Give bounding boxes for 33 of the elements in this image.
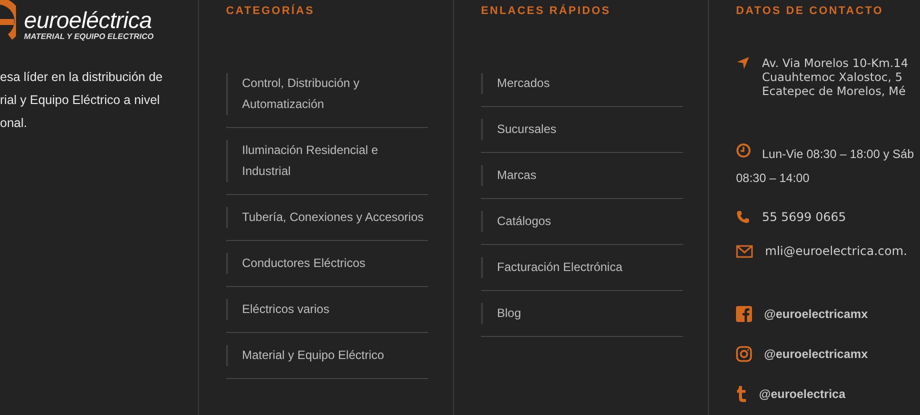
footer-link[interactable]: Catálogos xyxy=(481,211,683,232)
column-heading: DATOS DE CONTACTO xyxy=(736,4,884,18)
social-handle[interactable]: @euroelectricamx xyxy=(764,307,868,321)
instagram-icon xyxy=(736,346,752,362)
footer-link[interactable]: Blog xyxy=(481,303,683,324)
envelope-icon xyxy=(736,244,753,258)
footer-link[interactable]: Iluminación Residencial e Industrial xyxy=(226,140,428,182)
intro-text: esa líder en la distribución de rial y Equipo Eléctrico a nivel onal. xyxy=(0,69,164,132)
footer-link[interactable]: Marcas xyxy=(481,165,683,186)
footer-link[interactable]: Facturación Electrónica xyxy=(481,257,683,278)
footer-link[interactable]: Eléctricos varios xyxy=(226,299,428,320)
column-heading: CATEGORÍAS xyxy=(226,4,316,18)
clock-icon xyxy=(736,143,751,158)
brand-tagline: MATERIAL Y EQUIPO ELECTRICO xyxy=(24,32,154,42)
tumblr-icon xyxy=(736,386,747,402)
column-heading: ENLACES RÁPIDOS xyxy=(481,4,612,18)
social-handle[interactable]: @euroelectricamx xyxy=(764,347,868,361)
footer-link[interactable]: Material y Equipo Eléctrico xyxy=(226,345,428,366)
facebook-icon xyxy=(736,306,752,322)
location-arrow-icon xyxy=(736,56,750,70)
footer-link[interactable]: Control, Distribución y Automatización xyxy=(226,73,428,115)
footer-link[interactable]: Sucursales xyxy=(481,119,683,140)
brand-name: euroeléctrica xyxy=(24,8,153,32)
hours-text: Lun-Vie 08:30 – 18:00 y Sáb xyxy=(762,146,914,163)
email-address: mli@euroelectrica.com. xyxy=(765,244,908,258)
phone-number: 55 5699 0665 xyxy=(762,210,846,224)
footer-link[interactable]: Conductores Eléctricos xyxy=(226,253,428,274)
hours-text: 08:30 – 14:00 xyxy=(736,170,810,187)
footer-link[interactable]: Tubería, Conexiones y Accesorios xyxy=(226,207,428,228)
address-text: Av. Via Morelos 10-Km.14 Cuauhtemoc Xalostoc, 5 Ecatepec de Morelos, Mé xyxy=(762,56,908,98)
footer-link[interactable]: Mercados xyxy=(481,73,683,94)
social-handle[interactable]: @euroelectrica xyxy=(759,387,846,401)
phone-icon xyxy=(736,210,750,224)
